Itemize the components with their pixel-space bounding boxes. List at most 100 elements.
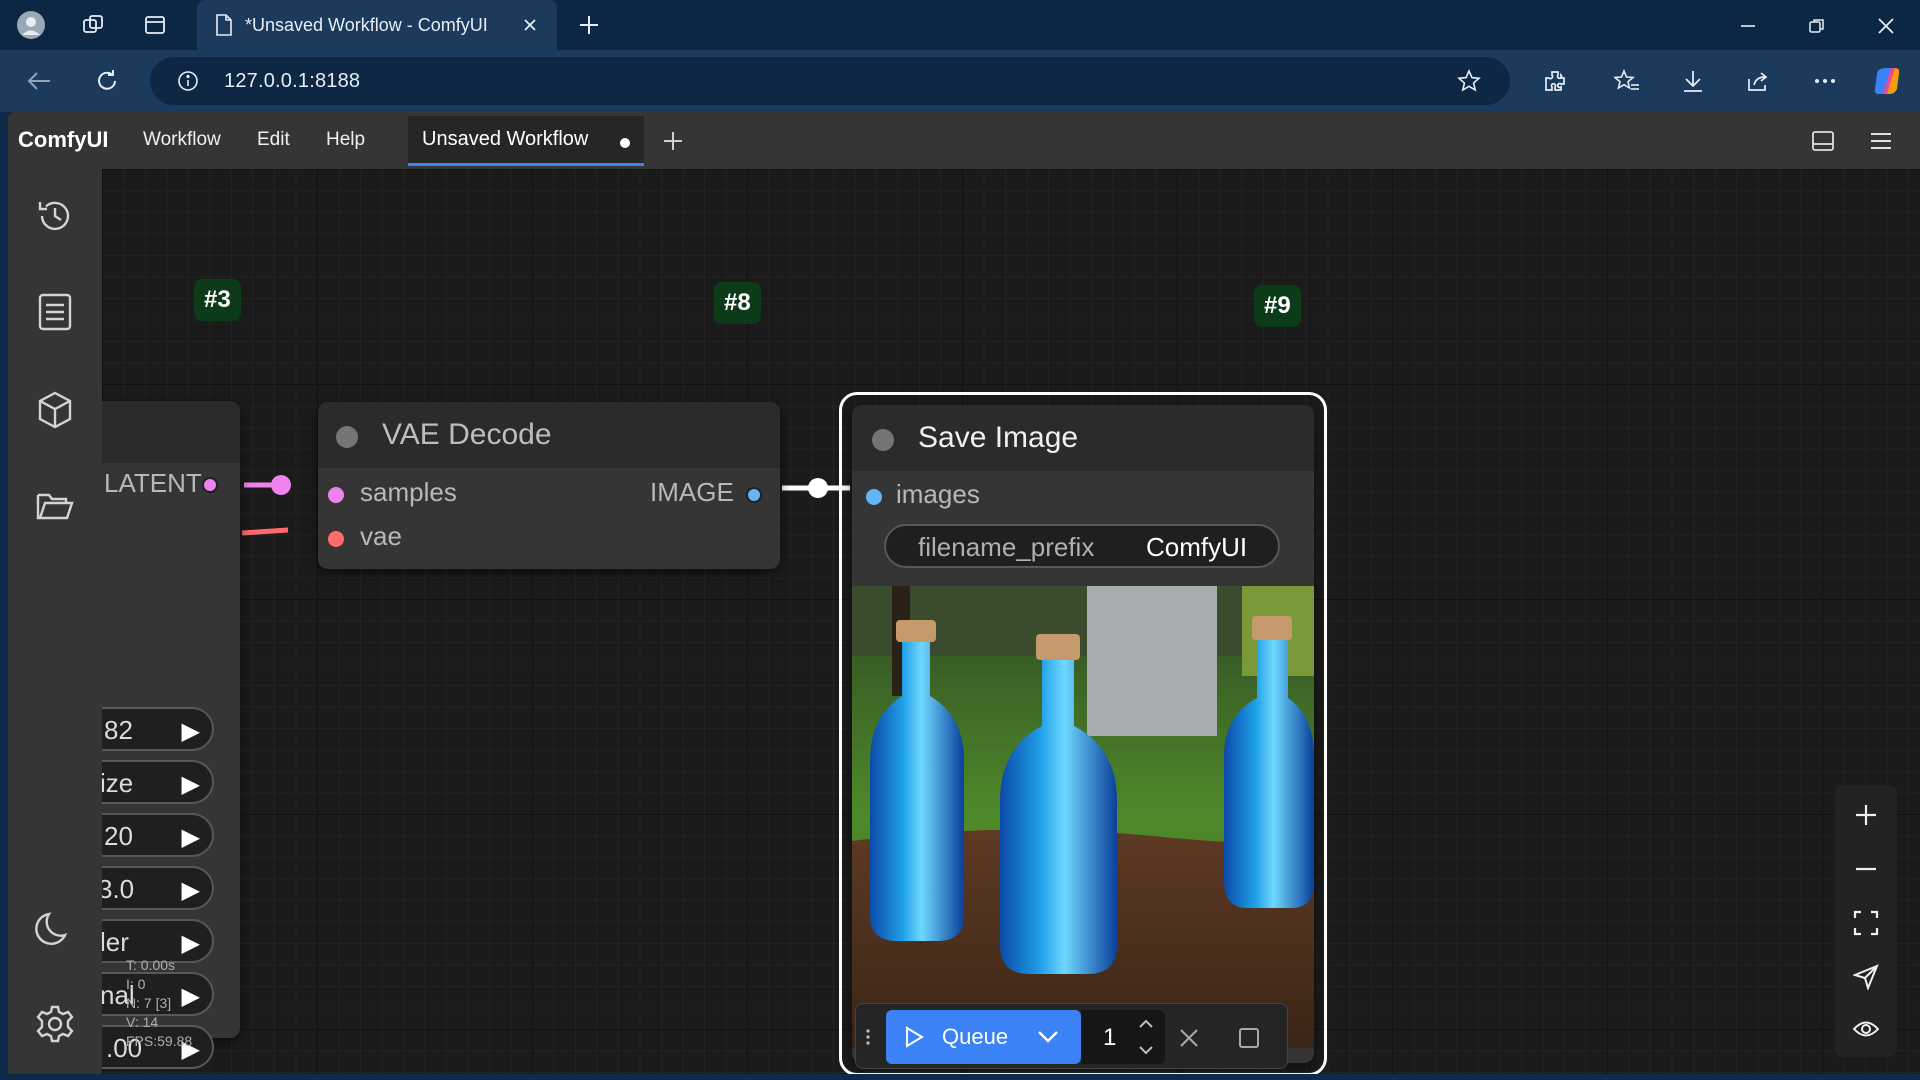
increment-arrow-icon[interactable]: ▶ — [182, 770, 200, 799]
vae-input-label: vae — [360, 521, 402, 551]
increment-arrow-icon[interactable]: ▶ — [182, 823, 200, 852]
canvas-controls — [1835, 785, 1897, 1057]
workspaces-icon[interactable] — [78, 10, 108, 40]
increment-arrow-icon[interactable]: ▶ — [182, 876, 200, 905]
filename-prefix-widget[interactable]: filename_prefix ComfyUI — [884, 524, 1280, 568]
extensions-icon[interactable] — [1540, 66, 1570, 96]
site-info-icon[interactable] — [176, 69, 200, 93]
queue-bar: Queue 1 — [855, 1003, 1288, 1069]
ksampler-node[interactable]: LATENT 82 ▶ ize ▶ 20 ▶ 3.0 ▶ ler ▶ nal ▶ — [102, 401, 240, 1038]
decrement-icon[interactable] — [1135, 1040, 1157, 1060]
new-tab-icon[interactable] — [574, 10, 604, 40]
drag-handle-icon[interactable] — [862, 1026, 874, 1048]
filename-prefix-label: filename_prefix — [918, 532, 1095, 562]
zoom-out-icon[interactable] — [1846, 849, 1886, 889]
stat-nodes: N: 7 [3] — [126, 995, 172, 1011]
node-badge-9: #9 — [1254, 285, 1301, 327]
select-mode-icon[interactable] — [1846, 957, 1886, 997]
increment-arrow-icon[interactable]: ▶ — [182, 929, 200, 958]
fit-view-icon[interactable] — [1846, 903, 1886, 943]
node-badge-3: #3 — [194, 279, 241, 321]
downloads-icon[interactable] — [1678, 66, 1708, 96]
queue-list-icon[interactable] — [32, 289, 78, 335]
increment-arrow-icon[interactable]: ▶ — [182, 717, 200, 746]
increment-icon[interactable] — [1135, 1014, 1157, 1034]
workflow-tab[interactable]: Unsaved Workflow — [408, 116, 644, 166]
latent-output-dot[interactable] — [202, 477, 218, 493]
menu-help[interactable]: Help — [326, 129, 365, 151]
image-output-label: IMAGE — [650, 477, 734, 507]
graph-canvas[interactable]: #3 LATENT 82 ▶ ize ▶ 20 ▶ 3.0 ▶ ler ▶ nal ▶ .0… — [102, 169, 1920, 1074]
menu-bar: ComfyUI Workflow Edit Help Unsaved Workf… — [8, 112, 1920, 169]
reload-icon[interactable] — [92, 66, 122, 96]
vae-link — [241, 527, 289, 536]
menu-edit[interactable]: Edit — [257, 129, 290, 151]
latent-output-label: LATENT — [104, 468, 202, 498]
minimize-icon[interactable] — [1734, 12, 1762, 40]
zoom-in-icon[interactable] — [1846, 795, 1886, 835]
browser-tab[interactable]: *Unsaved Workflow - ComfyUI — [197, 0, 557, 50]
node-status-dot — [336, 426, 358, 448]
profile-icon[interactable] — [16, 10, 46, 40]
queue-options-chevron-icon[interactable] — [1034, 1025, 1062, 1049]
address-bar[interactable]: 127.0.0.1:8188 — [150, 57, 1510, 105]
tab-actions-icon[interactable] — [140, 10, 170, 40]
new-workflow-icon[interactable] — [658, 126, 688, 156]
clear-queue-icon[interactable] — [1176, 1025, 1202, 1051]
batch-count-input[interactable]: 1 — [1081, 1010, 1165, 1064]
comfyui-app: ComfyUI Workflow Edit Help Unsaved Workf… — [8, 112, 1920, 1074]
page-icon — [209, 10, 239, 40]
favorites-icon[interactable] — [1612, 66, 1642, 96]
copilot-icon[interactable] — [1870, 64, 1904, 98]
toggle-panel-icon[interactable] — [1808, 126, 1838, 156]
url-text[interactable]: 127.0.0.1:8188 — [224, 70, 360, 93]
hamburger-menu-icon[interactable] — [1866, 126, 1896, 156]
settings-icon[interactable] — [32, 1001, 78, 1047]
favorite-star-icon[interactable] — [1456, 68, 1482, 94]
save-image-node[interactable]: Save Image images filename_prefix ComfyU… — [852, 405, 1314, 1063]
stat-fps: FPS:59.88 — [126, 1033, 193, 1049]
preview-tree-trunk — [1087, 586, 1217, 736]
toggle-links-visibility-icon[interactable] — [1846, 1009, 1886, 1049]
more-options-icon[interactable] — [1810, 66, 1840, 96]
close-window-icon[interactable] — [1872, 12, 1900, 40]
vae-decode-node[interactable]: VAE Decode samples vae IMAGE — [318, 402, 780, 569]
theme-toggle-icon[interactable] — [32, 905, 78, 951]
cfg-widget[interactable]: 3.0 ▶ — [102, 866, 214, 910]
play-icon — [902, 1025, 926, 1049]
control-widget[interactable]: ize ▶ — [102, 760, 214, 804]
restore-icon[interactable] — [1803, 12, 1831, 40]
canvas-stats: T: 0.00s I: 0 N: 7 [3] V: 14 FPS:59.88 — [126, 956, 192, 1051]
vae-decode-title: VAE Decode — [382, 418, 552, 451]
workflows-folder-icon[interactable] — [32, 483, 78, 529]
share-icon[interactable] — [1744, 66, 1774, 96]
unsaved-indicator — [620, 138, 630, 148]
node-badge-8: #8 — [714, 282, 761, 324]
stop-icon[interactable] — [1236, 1025, 1262, 1051]
sidebar — [8, 169, 102, 1074]
tab-title: *Unsaved Workflow - ComfyUI — [245, 15, 488, 35]
history-icon[interactable] — [32, 193, 78, 239]
model-library-icon[interactable] — [32, 387, 78, 433]
image-link-midpoint — [808, 478, 828, 498]
image-output-dot[interactable] — [746, 487, 762, 503]
close-tab-icon[interactable] — [515, 10, 545, 40]
menu-workflow[interactable]: Workflow — [143, 129, 221, 151]
latent-link-midpoint — [271, 475, 291, 495]
queue-button[interactable]: Queue — [886, 1010, 1081, 1064]
back-icon[interactable] — [24, 66, 54, 96]
queue-label: Queue — [942, 1024, 1009, 1049]
node-status-dot — [872, 429, 894, 451]
samples-input-dot[interactable] — [328, 487, 344, 503]
images-input-dot[interactable] — [866, 489, 882, 505]
seed-widget[interactable]: 82 ▶ — [102, 707, 214, 751]
batch-count-value[interactable]: 1 — [1103, 1024, 1116, 1052]
generated-image-preview[interactable] — [852, 586, 1314, 1048]
ksampler-header[interactable] — [102, 401, 240, 463]
steps-widget[interactable]: 20 ▶ — [102, 813, 214, 857]
stat-i: I: 0 — [126, 976, 146, 992]
images-input-label: images — [896, 479, 980, 509]
app-logo: ComfyUI — [18, 127, 109, 152]
samples-input-label: samples — [360, 477, 457, 507]
vae-input-dot[interactable] — [328, 531, 344, 547]
